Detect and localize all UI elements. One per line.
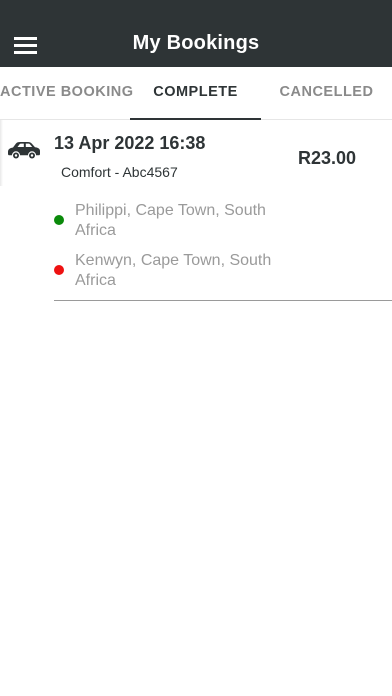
car-icon bbox=[6, 140, 42, 160]
page-title: My Bookings bbox=[132, 32, 260, 54]
dropoff-dot-icon bbox=[54, 265, 64, 275]
pickup-address: Philippi, Cape Town, South Africa bbox=[75, 202, 266, 239]
app-screen: My Bookings ACTIVE BOOKING COMPLETE CANC… bbox=[0, 0, 392, 696]
booking-price: R23.00 bbox=[297, 148, 356, 168]
booking-date: 13 Apr 2022 16:38 bbox=[54, 133, 206, 153]
booking-tabs: ACTIVE BOOKING COMPLETE CANCELLED bbox=[0, 67, 392, 120]
booking-vehicle: Comfort - Abc4567 bbox=[61, 164, 178, 180]
pickup-dot-icon bbox=[54, 215, 64, 225]
card-edge-shadow bbox=[0, 120, 3, 186]
tab-active-booking[interactable]: ACTIVE BOOKING bbox=[0, 67, 133, 119]
app-header: My Bookings bbox=[0, 0, 392, 67]
booking-item[interactable]: 13 Apr 2022 16:38 Comfort - Abc4567 R23.… bbox=[0, 120, 392, 301]
tab-cancelled[interactable]: CANCELLED bbox=[261, 67, 392, 119]
dropoff-address: Kenwyn, Cape Town, South Africa bbox=[75, 252, 272, 289]
booking-divider bbox=[54, 300, 392, 301]
tab-complete[interactable]: COMPLETE bbox=[130, 67, 261, 119]
